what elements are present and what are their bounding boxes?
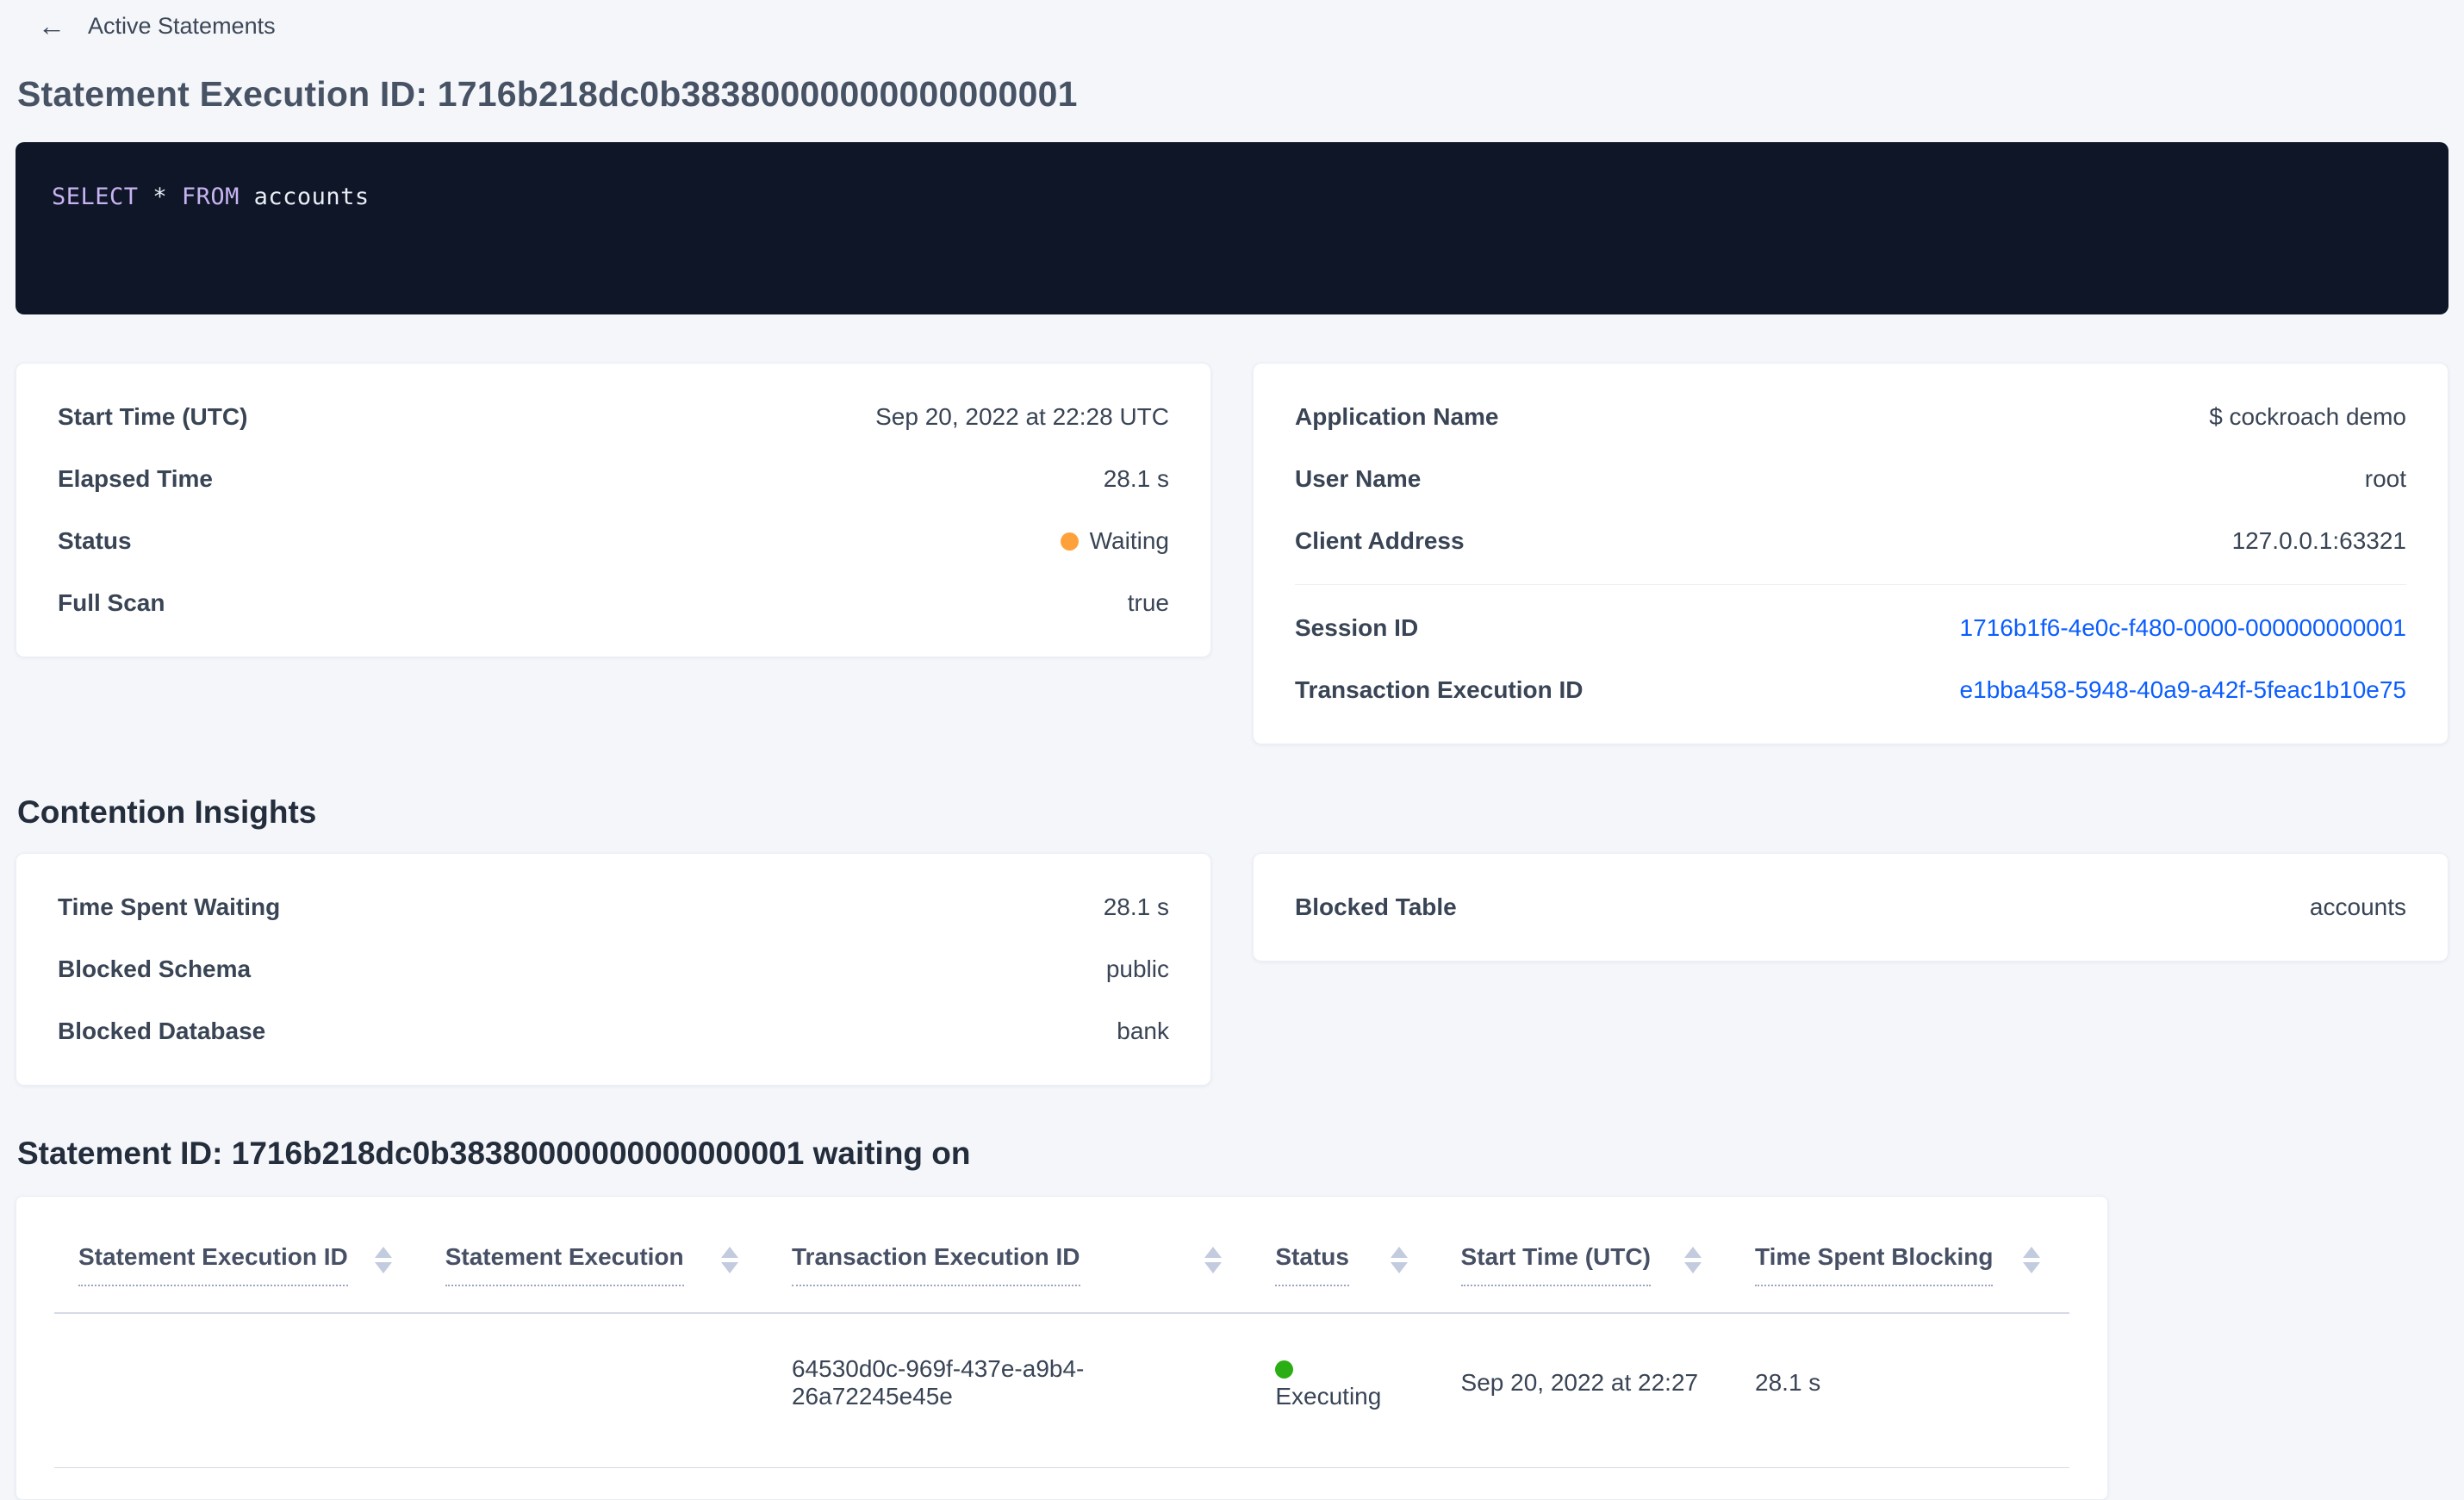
column-header-statement-execution[interactable]: Statement Execution [420,1197,768,1314]
column-header-label[interactable]: Statement Execution ID [78,1243,348,1286]
transaction-execution-id-link[interactable]: e1bba458-5948-40a9-a42f-5feac1b10e75 [1960,676,2406,704]
sort-arrows-icon[interactable] [1684,1247,1702,1273]
blocked-schema-row: Blocked Schema public [58,938,1169,1000]
user-name-label: User Name [1295,465,1422,492]
blocked-table-row: Blocked Table accounts [1295,876,2406,938]
sort-arrows-icon[interactable] [1204,1247,1223,1273]
column-header-label[interactable]: Statement Execution [445,1243,684,1286]
sort-arrows-icon[interactable] [374,1247,392,1273]
waiting-status-dot-icon [1060,532,1079,551]
column-header-time-spent-blocking[interactable]: Time Spent Blocking [1731,1197,2069,1314]
application-name-row: Application Name $ cockroach demo [1295,386,2406,448]
contention-insights-heading: Contention Insights [17,794,317,830]
blocked-database-value: bank [1117,1018,1169,1044]
column-header-label[interactable]: Transaction Execution ID [791,1243,1080,1286]
column-header-statement-execution-id[interactable]: Statement Execution ID [54,1197,421,1314]
cell-statement-execution-id [54,1313,421,1468]
status-label: Status [58,527,132,554]
session-id-label: Session ID [1295,614,1419,641]
blocked-database-row: Blocked Database bank [58,1000,1169,1062]
overview-cards-row: Start Time (UTC) Sep 20, 2022 at 22:28 U… [16,363,2448,744]
table-row[interactable]: 64530d0c-969f-437e-a9b4-26a72245e45e Exe… [54,1313,2069,1468]
user-name-row: User Name root [1295,448,2406,510]
cell-start-time: Sep 20, 2022 at 22:27 [1436,1313,1732,1468]
client-address-row: Client Address 127.0.0.1:63321 [1295,510,2406,572]
session-id-link[interactable]: 1716b1f6-4e0c-f480-0000-000000000001 [1960,614,2406,642]
application-name-value: $ cockroach demo [2209,403,2406,430]
time-spent-waiting-row: Time Spent Waiting 28.1 s [58,876,1169,938]
full-scan-value: true [1127,589,1169,616]
sql-table-name: accounts [253,184,370,210]
blocked-schema-value: public [1105,955,1169,982]
waiting-on-table: Statement Execution ID Statement Executi… [54,1197,2069,1468]
column-header-label[interactable]: Start Time (UTC) [1460,1243,1651,1286]
sort-arrows-icon[interactable] [1390,1247,1408,1273]
status-value-text: Waiting [1089,527,1169,554]
sql-star: * [152,184,168,210]
start-time-row: Start Time (UTC) Sep 20, 2022 at 22:28 U… [58,386,1169,448]
session-id-row: Session ID 1716b1f6-4e0c-f480-0000-00000… [1295,597,2406,659]
cell-transaction-execution-id: 64530d0c-969f-437e-a9b4-26a72245e45e [767,1313,1252,1468]
executing-status-dot-icon [1275,1360,1294,1379]
session-summary-card: Application Name $ cockroach demo User N… [1253,363,2448,744]
column-header-transaction-execution-id[interactable]: Transaction Execution ID [767,1197,1252,1314]
blocked-schema-label: Blocked Schema [58,955,252,982]
column-header-start-time[interactable]: Start Time (UTC) [1436,1197,1732,1314]
status-row: Status Waiting [58,510,1169,572]
elapsed-time-value: 28.1 s [1103,465,1169,492]
card-divider [1295,584,2406,585]
breadcrumb-active-statements-link[interactable]: Active Statements [88,13,276,40]
column-header-status[interactable]: Status [1251,1197,1437,1314]
full-scan-label: Full Scan [58,589,165,616]
client-address-label: Client Address [1295,527,1465,554]
sql-keyword-from: FROM [181,184,240,210]
status-value: Waiting [1060,527,1169,555]
back-arrow-icon[interactable]: ← [38,12,65,40]
waiting-on-table-card: Statement Execution ID Statement Executi… [16,1196,2108,1500]
contention-details-card: Time Spent Waiting 28.1 s Blocked Schema… [16,853,1211,1086]
application-name-label: Application Name [1295,403,1499,430]
client-address-value: 127.0.0.1:63321 [2231,527,2406,554]
time-spent-waiting-label: Time Spent Waiting [58,893,281,920]
waiting-on-heading: Statement ID: 1716b218dc0b38380000000000… [17,1136,971,1171]
blocked-table-label: Blocked Table [1295,893,1457,920]
sql-keyword-select: SELECT [52,184,139,210]
transaction-execution-id-row: Transaction Execution ID e1bba458-5948-4… [1295,659,2406,721]
cell-status-text: Executing [1275,1383,1382,1410]
user-name-value: root [2364,465,2406,492]
start-time-label: Start Time (UTC) [58,403,248,430]
statement-execution-details-page: ← Active Statements Statement Execution … [0,0,2464,1500]
cell-statement-execution [420,1313,768,1468]
elapsed-time-label: Elapsed Time [58,465,214,492]
execution-summary-card: Start Time (UTC) Sep 20, 2022 at 22:28 U… [16,363,1211,657]
cell-status: Executing [1251,1313,1437,1468]
table-header-row: Statement Execution ID Statement Executi… [54,1197,2069,1314]
contention-cards-row: Time Spent Waiting 28.1 s Blocked Schema… [16,853,2448,1086]
sql-statement-box: SELECT * FROM accounts [16,142,2448,314]
full-scan-row: Full Scan true [58,572,1169,634]
transaction-execution-id-label: Transaction Execution ID [1295,676,1584,703]
breadcrumb: ← Active Statements [16,0,2448,40]
cell-time-spent-blocking: 28.1 s [1731,1313,2069,1468]
sql-statement-text: SELECT * FROM accounts [52,184,2412,210]
time-spent-waiting-value: 28.1 s [1103,893,1169,920]
sort-arrows-icon[interactable] [720,1247,738,1273]
blocked-table-value: accounts [2309,893,2406,920]
page-title: Statement Execution ID: 1716b218dc0b3838… [17,74,1078,114]
start-time-value: Sep 20, 2022 at 22:28 UTC [875,403,1169,430]
sort-arrows-icon[interactable] [2023,1247,2040,1273]
blocked-table-card: Blocked Table accounts [1253,853,2448,962]
column-header-label[interactable]: Status [1275,1243,1349,1286]
elapsed-time-row: Elapsed Time 28.1 s [58,448,1169,510]
column-header-label[interactable]: Time Spent Blocking [1755,1243,1994,1286]
blocked-database-label: Blocked Database [58,1018,266,1044]
